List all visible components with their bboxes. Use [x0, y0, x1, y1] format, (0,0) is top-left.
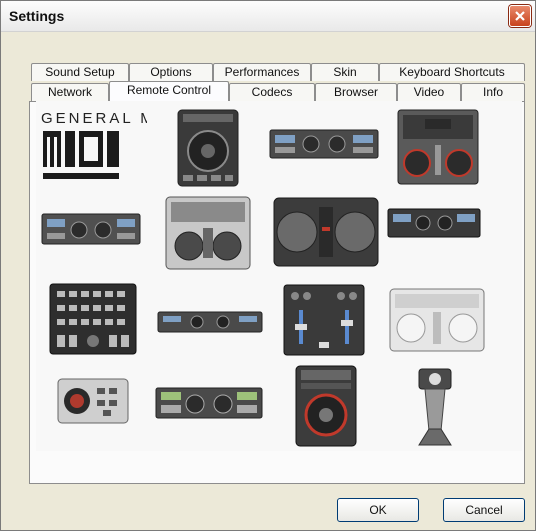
- mixer-controller-with-faders: [283, 284, 365, 356]
- cancel-button[interactable]: Cancel: [443, 498, 525, 522]
- title-bar: Settings: [1, 1, 535, 32]
- tab-row-2: Network Remote Control Codecs Browser Vi…: [31, 81, 525, 101]
- hercules-controller: [165, 196, 251, 270]
- dual-rack-controller: [41, 213, 141, 245]
- tab-keyboard-shortcuts[interactable]: Keyboard Shortcuts: [379, 63, 525, 81]
- tab-row-1: Sound Setup Options Performances Skin Ke…: [31, 63, 525, 81]
- tab-codecs[interactable]: Codecs: [229, 83, 315, 101]
- ok-button[interactable]: OK: [337, 498, 419, 522]
- tab-browser[interactable]: Browser: [315, 83, 397, 101]
- twin-jog-controller: [273, 197, 379, 267]
- mixer-controller-with-jogs: [397, 109, 479, 185]
- close-icon: [515, 11, 525, 21]
- tab-sound-setup[interactable]: Sound Setup: [31, 63, 129, 81]
- tab-remote-control[interactable]: Remote Control: [109, 81, 229, 101]
- dual-deck-controller: [155, 387, 263, 419]
- dual-rack-controller: [387, 208, 481, 238]
- window-title: Settings: [9, 8, 65, 24]
- tab-video[interactable]: Video: [397, 83, 461, 101]
- tab-skin[interactable]: Skin: [311, 63, 379, 81]
- scanner-light: [411, 367, 461, 447]
- white-dj-controller: [389, 288, 485, 352]
- dual-rack-controller: [269, 129, 379, 159]
- single-deck-cd-controller: [177, 109, 239, 187]
- slim-rack-controller: [157, 311, 263, 333]
- tab-info[interactable]: Info: [461, 83, 525, 101]
- grid-button-controller: [49, 283, 137, 355]
- settings-dialog: Settings Sound Setup Options Performance…: [0, 0, 536, 531]
- tab-network[interactable]: Network: [31, 83, 109, 101]
- tab-performances[interactable]: Performances: [213, 63, 311, 81]
- cd-deck-controller: [295, 365, 357, 447]
- tab-options[interactable]: Options: [129, 63, 213, 81]
- general-midi-logo: GENERAL MIDI: [41, 109, 147, 189]
- close-button[interactable]: [509, 5, 531, 27]
- trackball-controller: [57, 378, 129, 424]
